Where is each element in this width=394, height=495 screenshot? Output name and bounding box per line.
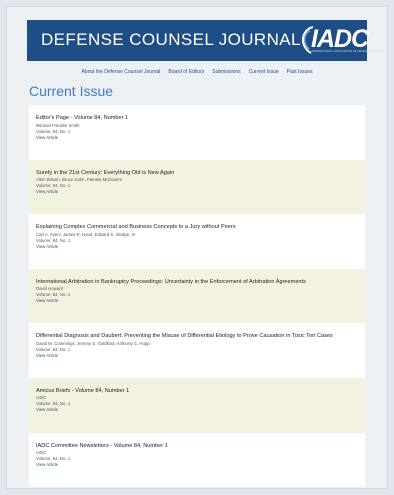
- article-title: Explaining Complex Commercial and Busine…: [36, 224, 236, 231]
- article-list: Editor's Page - Volume 84, Number 1 Mich…: [29, 105, 365, 488]
- view-article-link[interactable]: View Article: [36, 462, 358, 468]
- article-title: International Arbitration in Bankruptcy …: [36, 278, 306, 285]
- article-item: International Arbitration in Bankruptcy …: [29, 268, 365, 324]
- view-article-link[interactable]: View Article: [36, 407, 358, 413]
- journal-title: DEFENSE COUNSEL JOURNAL: [41, 30, 301, 49]
- view-article-link[interactable]: View Article: [36, 135, 358, 141]
- view-article-link[interactable]: View Article: [36, 244, 358, 250]
- nav-submissions[interactable]: Submissions: [212, 69, 240, 79]
- article-item: Amicus Briefs - Volume 84, Number 1 IADC…: [29, 377, 365, 433]
- view-article-link[interactable]: View Article: [36, 353, 358, 359]
- page-container: DEFENSE COUNSEL JOURNAL IADC INTERNATION…: [6, 6, 388, 489]
- article-title: Editor's Page - Volume 84, Number 1: [36, 115, 129, 121]
- nav-past-issues[interactable]: Past Issues: [287, 69, 313, 79]
- article-item: Differential Diagnosis and Daubert: Prev…: [29, 323, 365, 378]
- page-title: Current Issue: [29, 83, 114, 99]
- view-article-link[interactable]: View Article: [36, 189, 358, 195]
- article-title: Surety in the 21st Century: Everything O…: [36, 169, 175, 176]
- journal-banner[interactable]: DEFENSE COUNSEL JOURNAL IADC INTERNATION…: [27, 20, 384, 61]
- article-title: Differential Diagnosis and Daubert: Prev…: [36, 333, 333, 340]
- iadc-logo[interactable]: IADC INTERNATIONAL ASSOCIATION OF DEFENS…: [299, 24, 384, 56]
- view-article-link[interactable]: View Article: [36, 298, 358, 304]
- nav-board-of-editors[interactable]: Board of Editors: [168, 69, 204, 79]
- article-item: Explaining Complex Commercial and Busine…: [29, 214, 365, 269]
- main-nav: About the Defense Counsel Journal Board …: [7, 69, 387, 79]
- logo-tagline: INTERNATIONAL ASSOCIATION OF DEFENSE COU…: [311, 50, 385, 53]
- article-item: Surety in the 21st Century: Everything O…: [29, 159, 365, 215]
- article-item: Editor's Page - Volume 84, Number 1 Mich…: [29, 105, 365, 160]
- nav-about[interactable]: About the Defense Counsel Journal: [81, 69, 160, 79]
- article-item: IADC Committee Newsletters - Volume 84, …: [29, 432, 365, 488]
- article-title: Amicus Briefs - Volume 84, Number 1: [36, 387, 130, 394]
- nav-current-issue[interactable]: Current Issue: [249, 69, 279, 79]
- article-title: IADC Committee Newsletters - Volume 84, …: [36, 442, 168, 449]
